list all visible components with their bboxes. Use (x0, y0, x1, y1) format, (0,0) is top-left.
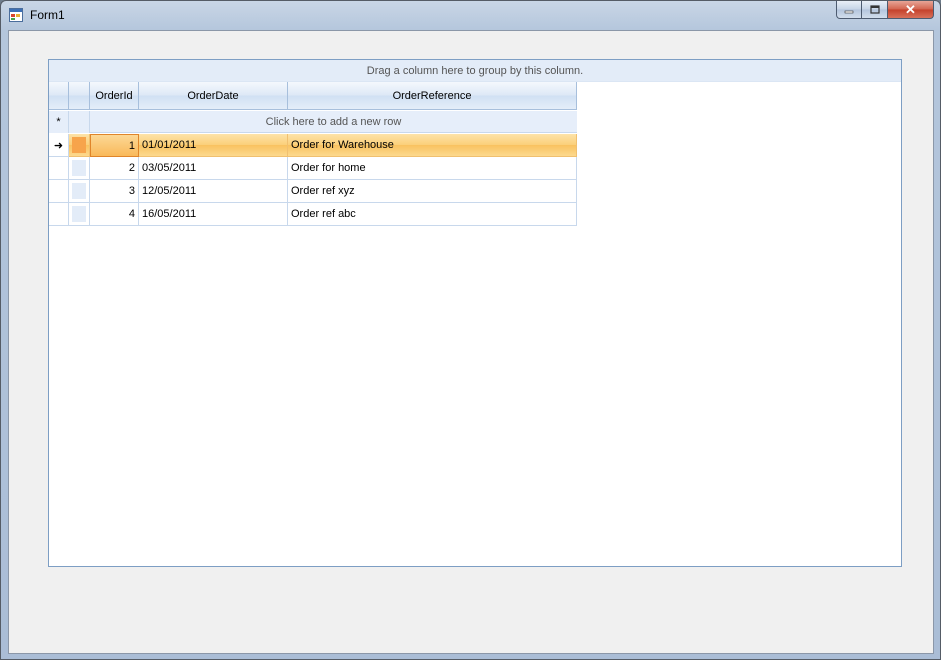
cell-orderid[interactable]: 4 (90, 203, 139, 226)
close-button[interactable]: ✕ (888, 1, 934, 19)
table-row[interactable]: 3 12/05/2011 Order ref xyz (49, 180, 577, 203)
column-header-orderid[interactable]: OrderId (90, 82, 139, 110)
current-row-arrow-icon: ➜ (49, 134, 69, 157)
row-select-chip (72, 160, 86, 176)
cell-orderdate[interactable]: 03/05/2011 (139, 157, 288, 180)
column-header-orderdate[interactable]: OrderDate (139, 82, 288, 110)
row-select-cell[interactable] (69, 180, 90, 203)
cell-orderid[interactable]: 3 (90, 180, 139, 203)
table-row[interactable]: 2 03/05/2011 Order for home (49, 157, 577, 180)
row-indicator-cell (49, 157, 69, 180)
cell-orderreference[interactable]: Order for Warehouse (288, 134, 577, 157)
row-select-cell[interactable] (69, 203, 90, 226)
maximize-button[interactable] (862, 1, 888, 19)
row-select-chip (72, 183, 86, 199)
header-select-cell[interactable] (69, 82, 90, 110)
winforms-app-icon (9, 8, 23, 22)
app-window: Form1 ✕ Drag a column here to group by t… (0, 0, 941, 660)
minimize-button[interactable] (836, 1, 862, 19)
window-controls: ✕ (836, 1, 934, 20)
orders-grid[interactable]: Drag a column here to group by this colu… (48, 59, 902, 567)
window-title: Form1 (30, 8, 65, 22)
header-indicator-cell (49, 82, 69, 110)
table-row[interactable]: ➜ 1 01/01/2011 Order for Warehouse (49, 134, 577, 157)
row-select-cell[interactable] (69, 134, 90, 157)
new-row-marker: * (49, 111, 69, 133)
cell-orderdate[interactable]: 01/01/2011 (139, 134, 288, 157)
row-indicator-cell (49, 180, 69, 203)
cell-orderdate[interactable]: 12/05/2011 (139, 180, 288, 203)
close-icon: ✕ (905, 1, 916, 17)
add-new-row-text[interactable]: Click here to add a new row (90, 111, 577, 133)
row-select-chip (72, 137, 86, 153)
title-bar[interactable]: Form1 ✕ (1, 1, 940, 30)
cell-orderreference[interactable]: Order ref xyz (288, 180, 577, 203)
add-new-row[interactable]: * Click here to add a new row (49, 111, 577, 133)
maximize-icon (869, 5, 880, 14)
new-row-select-cell (69, 111, 90, 133)
cell-orderid[interactable]: 1 (90, 134, 139, 157)
row-select-cell[interactable] (69, 157, 90, 180)
table-row[interactable]: 4 16/05/2011 Order ref abc (49, 203, 577, 226)
column-header-orderreference[interactable]: OrderReference (288, 82, 577, 110)
cell-orderreference[interactable]: Order ref abc (288, 203, 577, 226)
row-select-chip (72, 206, 86, 222)
cell-orderdate[interactable]: 16/05/2011 (139, 203, 288, 226)
grid-rows: ➜ 1 01/01/2011 Order for Warehouse 2 03/… (49, 134, 577, 226)
cell-orderid[interactable]: 2 (90, 157, 139, 180)
form-client-area: Drag a column here to group by this colu… (8, 30, 934, 654)
row-indicator-cell (49, 203, 69, 226)
group-by-panel[interactable]: Drag a column here to group by this colu… (49, 60, 901, 82)
minimize-icon (844, 10, 854, 13)
cell-orderreference[interactable]: Order for home (288, 157, 577, 180)
grid-header-row: OrderId OrderDate OrderReference (49, 82, 577, 110)
